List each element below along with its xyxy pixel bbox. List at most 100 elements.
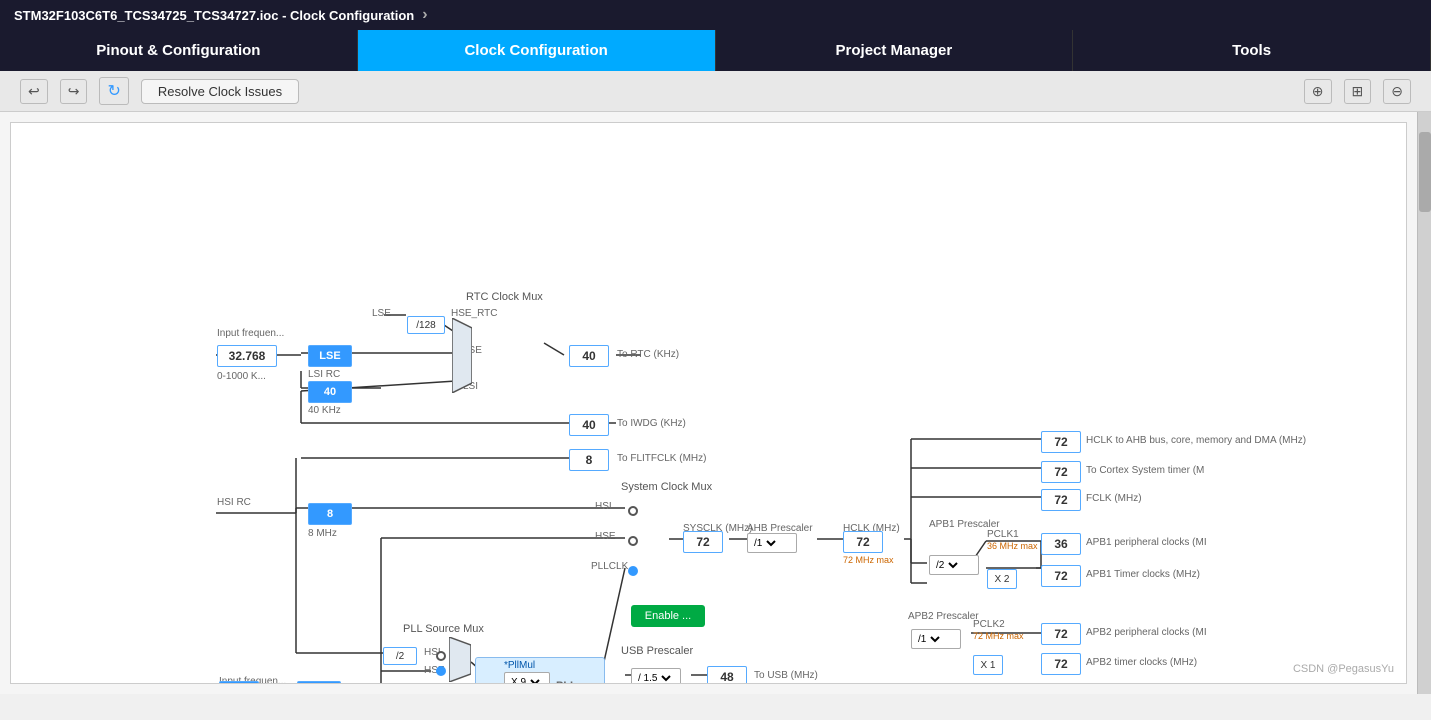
tab-pinout[interactable]: Pinout & Configuration	[0, 30, 358, 71]
hse-box[interactable]	[297, 681, 341, 684]
sys-hse-radio[interactable]	[628, 536, 638, 546]
iwdg-dest-label: To IWDG (KHz)	[617, 418, 686, 429]
pll-mux-shape	[449, 637, 471, 682]
refresh-button[interactable]: ↻	[99, 77, 128, 105]
pclk2-label: PCLK2	[973, 619, 1005, 630]
apb1-per-label: APB1 peripheral clocks (MI	[1086, 537, 1207, 548]
hse-arrows	[263, 681, 293, 684]
hclk-ahb-label: HCLK to AHB bus, core, memory and DMA (M…	[1086, 435, 1306, 446]
rtc-clock-mux-label: RTC Clock Mux	[466, 291, 543, 303]
pclk2-val-box[interactable]: 72	[1041, 623, 1081, 645]
lse-freq-range: 0-1000 K...	[217, 371, 266, 382]
sys-hsi-radio[interactable]	[628, 506, 638, 516]
apb2-select-input[interactable]: /1/2	[914, 633, 943, 646]
pll-div2-box[interactable]: /2	[383, 647, 417, 665]
tab-project[interactable]: Project Manager	[716, 30, 1074, 71]
tab-tools[interactable]: Tools	[1073, 30, 1431, 71]
pclk1-val-box[interactable]: 36	[1041, 533, 1081, 555]
apb2-timer-mult[interactable]: X 1	[973, 655, 1003, 675]
apb1-timer-label: APB1 Timer clocks (MHz)	[1086, 569, 1200, 580]
rtc-mux-shape	[452, 318, 472, 393]
hse-value-box[interactable]: 8	[219, 681, 259, 684]
pclk1-label: PCLK1	[987, 529, 1019, 540]
pll-mul-select[interactable]: X 9X 2X 3	[504, 672, 550, 684]
apb2-per-label: APB2 peripheral clocks (MI	[1086, 627, 1207, 638]
hsi-rc-label: HSI RC	[217, 497, 251, 508]
title-bar: STM32F103C6T6_TCS34725_TCS34727.ioc - Cl…	[0, 0, 1431, 30]
lsi-box[interactable]: 40	[308, 381, 352, 403]
iwdg-out-box[interactable]: 40	[569, 414, 609, 436]
sysclk-val-box[interactable]: 72	[683, 531, 723, 553]
lsi-40khz-label: 40 KHz	[308, 405, 341, 416]
cortex-label: To Cortex System timer (M	[1086, 465, 1204, 476]
fclk-label: FCLK (MHz)	[1086, 493, 1142, 504]
toolbar: ↩ ↪ ↻ Resolve Clock Issues ⊕ ⊞ ⊖	[0, 71, 1431, 112]
rtc-out-box[interactable]: 40	[569, 345, 609, 367]
ahb-select[interactable]: /1/2/4	[747, 533, 797, 553]
tab-clock[interactable]: Clock Configuration	[358, 30, 716, 71]
apb1-timer-val-box[interactable]: 72	[1041, 565, 1081, 587]
hsi-8mhz-label: 8 MHz	[308, 528, 337, 539]
apb2-label: APB2 Prescaler	[908, 611, 979, 622]
usb-prescaler-label: USB Prescaler	[621, 645, 693, 657]
adc-label: ADC Prescaler	[963, 683, 1029, 684]
input-freq-top-label: Input frequen...	[217, 328, 284, 339]
enable-button[interactable]: Enable ...	[631, 605, 705, 627]
sys-hse-label: HSE	[595, 531, 616, 542]
usb-prescaler-input[interactable]: / 1.5/ 1	[634, 672, 674, 685]
flit-out-box[interactable]: 8	[569, 449, 609, 471]
hse-label-top: LSE	[372, 308, 391, 319]
usb-dest-label: To USB (MHz)	[754, 670, 818, 681]
apb1-select[interactable]: /2/1/4	[929, 555, 979, 575]
sys-pllclk-radio[interactable]	[628, 566, 638, 576]
lse-freq-value[interactable]: 32.768	[217, 345, 277, 367]
lse-box[interactable]: LSE	[308, 345, 352, 367]
pll-hsi-radio[interactable]	[436, 651, 446, 661]
hclk-ahb-val-box[interactable]: 72	[1041, 431, 1081, 453]
pll-box-label: PLL	[556, 680, 577, 684]
tab-bar: Pinout & Configuration Clock Configurati…	[0, 30, 1431, 71]
hse-div1-select[interactable]: / 1	[381, 683, 425, 684]
watermark: CSDN @PegasusYu	[1293, 663, 1394, 675]
apb1-timer-mult[interactable]: X 2	[987, 569, 1017, 589]
pll-area: *PllMul X 9X 2X 3 PLL	[475, 657, 605, 684]
flit-dest-label: To FLITFCLK (MHz)	[617, 453, 706, 464]
hclk-max-label: 72 MHz max	[843, 555, 894, 565]
pll-source-mux-label: PLL Source Mux	[403, 623, 484, 635]
rtc-dest-label: To RTC (KHz)	[617, 349, 679, 360]
pll-mul-select-input[interactable]: X 9X 2X 3	[507, 676, 543, 685]
hclk-val-box[interactable]: 72	[843, 531, 883, 553]
pclk1-max: 36 MHz max	[987, 541, 1038, 551]
undo-button[interactable]: ↩	[20, 79, 48, 104]
redo-button[interactable]: ↪	[60, 79, 88, 104]
scrollbar-thumb[interactable]	[1419, 132, 1431, 212]
hsi-box[interactable]: 8	[308, 503, 352, 525]
pclk2-max: 72 MHz max	[973, 631, 1024, 641]
apb2-timer-val-box[interactable]: 72	[1041, 653, 1081, 675]
usb-prescaler-select[interactable]: / 1.5/ 1	[631, 668, 681, 684]
diagram-area[interactable]: Input frequen... 32.768 0-1000 K... LSE …	[10, 122, 1407, 684]
lsi-rc-label: LSI RC	[308, 369, 340, 380]
apb2-timer-label: APB2 timer clocks (MHz)	[1086, 657, 1197, 668]
apb2-select[interactable]: /1/2	[911, 629, 961, 649]
zoom-out-button[interactable]: ⊖	[1383, 79, 1411, 104]
pll-hse-radio[interactable]	[436, 666, 446, 676]
apb1-select-input[interactable]: /2/1/4	[932, 559, 961, 572]
main-content: Input frequen... 32.768 0-1000 K... LSE …	[0, 112, 1431, 694]
diagram-svg	[11, 123, 1406, 683]
system-clk-mux-label: System Clock Mux	[621, 481, 712, 493]
title-text: STM32F103C6T6_TCS34725_TCS34727.ioc - Cl…	[14, 8, 414, 23]
zoom-in-button[interactable]: ⊕	[1304, 79, 1332, 104]
fit-button[interactable]: ⊞	[1344, 79, 1372, 104]
cortex-val-box[interactable]: 72	[1041, 461, 1081, 483]
sys-hsi-label: HSI	[595, 501, 612, 512]
usb-out-box[interactable]: 48	[707, 666, 747, 684]
fclk-val-box[interactable]: 72	[1041, 489, 1081, 511]
div128-box[interactable]: /128	[407, 316, 445, 334]
scrollbar[interactable]	[1417, 112, 1431, 694]
sys-pllclk-label: PLLCLK	[591, 561, 628, 572]
resolve-clock-button[interactable]: Resolve Clock Issues	[141, 79, 299, 104]
title-arrow: ›	[422, 6, 427, 24]
ahb-select-input[interactable]: /1/2/4	[750, 537, 779, 550]
pll-mul-label: *PllMul	[504, 660, 535, 671]
